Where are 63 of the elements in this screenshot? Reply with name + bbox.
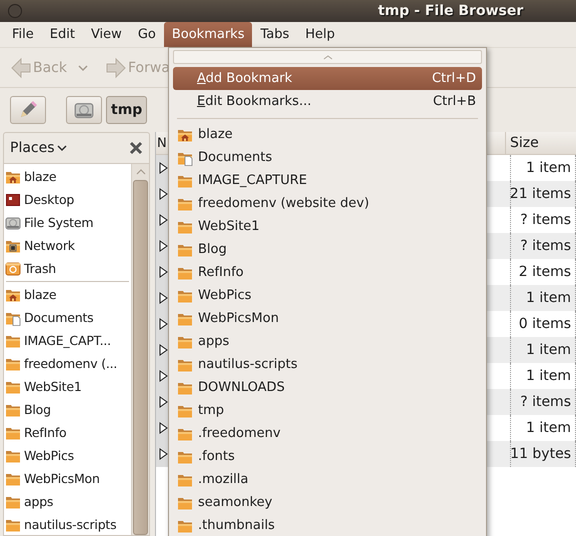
scroll-up-icon [322,54,332,60]
bookmark-item[interactable]: WebSite1 [173,215,482,238]
bookmark-item[interactable]: IMAGE_CAPTURE [173,169,482,192]
sidebar-item[interactable]: apps [4,490,131,513]
scroll-up-icon [134,167,146,177]
scrollbar[interactable] [131,164,149,535]
sidebar-item[interactable]: Desktop [4,188,131,211]
bookmark-item[interactable]: nautilus-scripts [173,353,482,376]
bookmark-item[interactable]: freedomenv (website dev) [173,192,482,215]
menu-item[interactable]: File [4,22,42,47]
close-sidebar-button[interactable] [129,141,143,155]
menu-item[interactable]: View [82,22,130,47]
sidebar-item[interactable]: Blog [4,398,131,421]
sidebar-item[interactable]: Network [4,234,131,257]
bookmark-item[interactable]: .fonts [173,445,482,468]
bookmark-item[interactable]: WebPics [173,284,482,307]
column-header[interactable]: Size [505,132,576,154]
bookmark-item[interactable]: DOWNLOADS [173,376,482,399]
close-icon [129,141,143,155]
menu-item[interactable]: Edit Bookmarks... Ctrl+B [173,90,482,113]
bookmark-item[interactable]: .freedomenv [173,422,482,445]
right-arrow-icon [105,56,127,78]
sidebar-item[interactable]: RefInfo [4,421,131,444]
scroll-thumb[interactable] [133,180,148,535]
drive-path-button[interactable] [66,96,102,124]
menu-item[interactable]: Go [130,22,164,47]
shortcut-text: Ctrl+D [432,71,476,86]
bookmark-item[interactable]: Documents [173,146,482,169]
sidebar-item[interactable]: Documents [4,306,131,329]
bookmark-item[interactable]: tmp [173,399,482,422]
sidebar-item[interactable]: WebSite1 [4,375,131,398]
table-cell: 11 bytes [510,441,576,467]
bookmark-item[interactable]: .thumbnails [173,514,482,536]
bookmark-item[interactable]: apps [173,330,482,353]
shortcut-text: Ctrl+B [433,94,476,109]
menu-item[interactable]: Bookmarks [164,22,252,47]
menu-item[interactable]: Edit [42,22,83,47]
sidebar-item[interactable]: WebPics [4,444,131,467]
sidebar-item[interactable]: freedomenv (... [4,352,131,375]
menu-item[interactable]: Help [297,22,343,47]
sidebar-item[interactable]: WebPicsMon [4,467,131,490]
menu-item[interactable]: Add Bookmark Ctrl+D [173,67,482,90]
menu-item[interactable]: Tabs [252,22,298,47]
caret-icon [56,144,67,152]
sidebar-item[interactable]: blaze [4,283,131,306]
sidebar-item[interactable]: IMAGE_CAPT... [4,329,131,352]
bookmark-item[interactable]: Blog [173,238,482,261]
edit-location-button[interactable] [10,96,46,124]
sidebar-item[interactable]: blaze [4,165,131,188]
bookmark-item[interactable]: RefInfo [173,261,482,284]
window-title: tmp - File Browser [378,3,524,19]
path-button[interactable]: tmp [106,96,148,124]
hard-drive-icon [74,100,94,120]
sidebar-item[interactable]: File System [4,211,131,234]
bookmark-item[interactable]: WebPicsMon [173,307,482,330]
bookmark-item[interactable]: .mozilla [173,468,482,491]
menu-scroll-button[interactable] [173,50,482,64]
sidebar-item[interactable]: Trash [4,257,131,280]
bookmark-item[interactable]: seamonkey [173,491,482,514]
bookmark-item[interactable]: blaze [173,123,482,146]
sidebar-item[interactable]: nautilus-scripts [4,513,131,535]
left-arrow-icon [10,56,32,78]
close-button[interactable] [8,4,22,18]
